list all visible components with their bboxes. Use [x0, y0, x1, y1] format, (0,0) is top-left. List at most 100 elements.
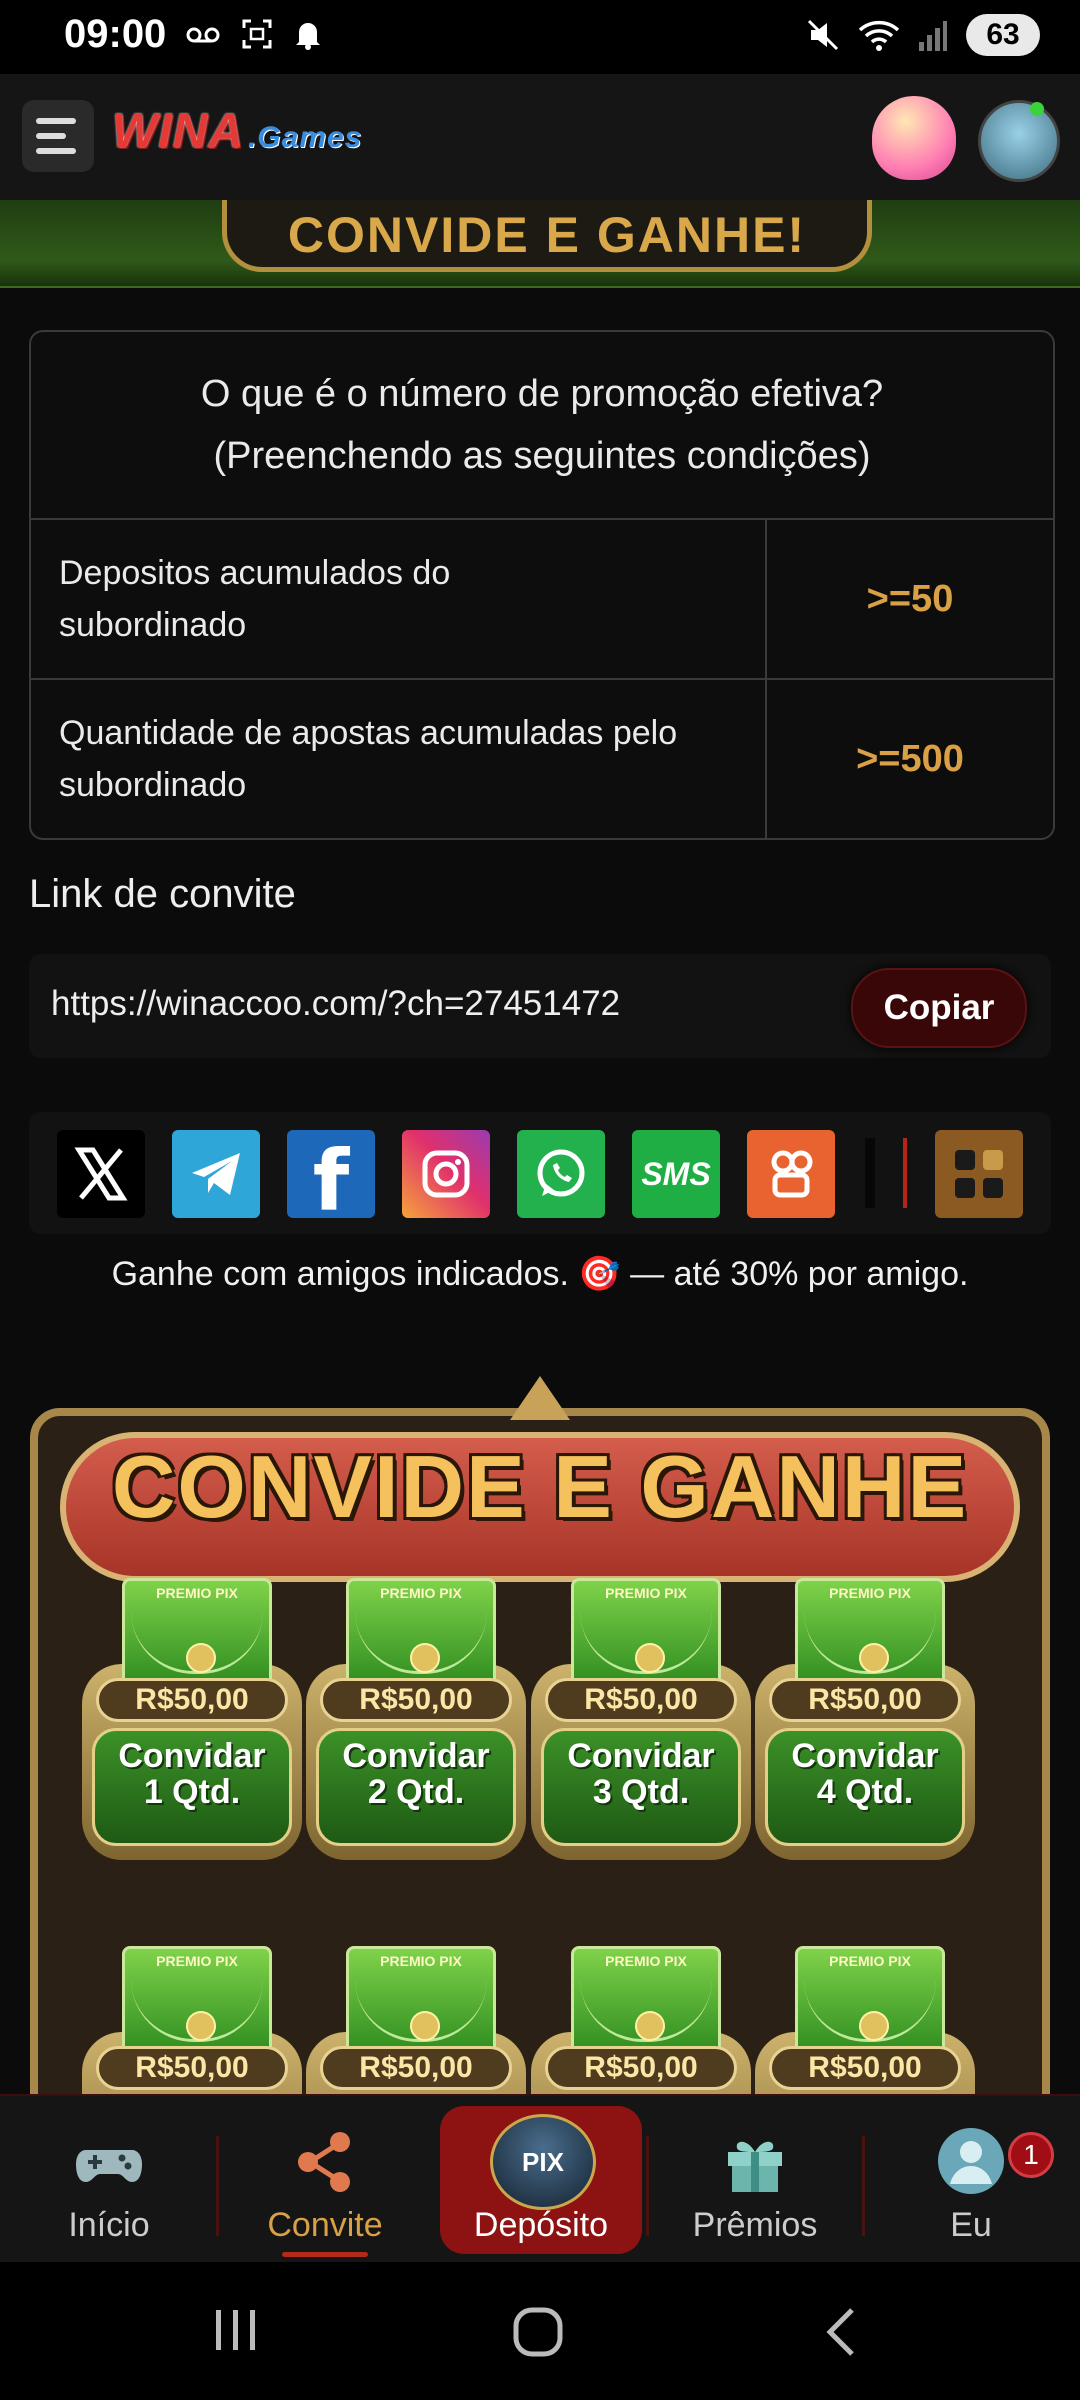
x-share-icon[interactable] — [57, 1130, 145, 1218]
invite-panel-title: CONVIDE E GANHE — [111, 1437, 969, 1536]
crown-ornament-icon — [510, 1376, 570, 1420]
copy-button[interactable]: Copiar — [851, 968, 1027, 1048]
share-buttons-row: f SMS — [29, 1112, 1051, 1234]
logo-sub-text: .Games — [247, 121, 363, 154]
envelope-icon: PREMIO PIX — [122, 1946, 272, 2056]
invite-action: Convidar — [567, 1737, 715, 1775]
user-icon — [938, 2128, 1004, 2194]
reward-amount: R$50,00 — [769, 2046, 961, 2090]
invite-action: Convidar — [342, 1737, 490, 1775]
more-apps-icon[interactable] — [935, 1130, 1023, 1218]
invite-count-label: Convidar 3 Qtd. — [541, 1738, 741, 1810]
invite-reward-card[interactable]: PREMIO PIX R$50,00 Convidar 1 Qtd. — [82, 1578, 302, 1864]
envelope-icon: PREMIO PIX — [795, 1946, 945, 2056]
invite-link-title: Link de convite — [29, 872, 296, 916]
nav-divider — [646, 2136, 649, 2236]
envelope-icon: PREMIO PIX — [122, 1578, 272, 1688]
envelope-label: PREMIO PIX — [380, 1953, 462, 1969]
nav-item-deposito[interactable]: PIX Depósito — [440, 2106, 642, 2254]
banner-pill: CONVIDE E GANHE! — [222, 200, 872, 272]
instagram-share-icon[interactable] — [402, 1130, 490, 1218]
invite-count-label: Convidar 2 Qtd. — [316, 1738, 516, 1810]
envelope-label: PREMIO PIX — [380, 1585, 462, 1601]
invite-reward-card[interactable]: PREMIO PIX R$50,00 Convidar 3 Qtd. — [531, 1578, 751, 1864]
status-time: 09:00 — [64, 12, 167, 56]
back-icon[interactable] — [820, 2306, 860, 2358]
telegram-share-icon[interactable] — [172, 1130, 260, 1218]
invite-link-box: https://winaccoo.com/?ch=27451472 Copiar — [29, 954, 1051, 1058]
referral-note: Ganhe com amigos indicados. 🎯 — até 30% … — [111, 1255, 969, 1293]
envelope-seal — [859, 1643, 889, 1673]
profile-avatar[interactable] — [978, 100, 1060, 182]
menu-button[interactable] — [22, 100, 94, 172]
share-divider — [903, 1138, 907, 1208]
nav-item-eu[interactable]: Eu — [866, 2096, 1076, 2264]
condition-value: >=500 — [856, 737, 964, 780]
envelope-label: PREMIO PIX — [156, 1953, 238, 1969]
signal-icon — [919, 21, 947, 51]
system-navigation-bar — [0, 2262, 1080, 2400]
envelope-seal — [859, 2011, 889, 2041]
envelope-label: PREMIO PIX — [605, 1585, 687, 1601]
condition-label: Depositos acumulados do subordinado — [31, 520, 767, 678]
envelope-icon: PREMIO PIX — [346, 1578, 496, 1688]
invite-count-label: Convidar 4 Qtd. — [765, 1738, 965, 1810]
nav-label: Eu — [950, 2206, 992, 2244]
mute-icon — [807, 19, 839, 51]
invite-count-label: Convidar 1 Qtd. — [92, 1738, 292, 1810]
status-bar: 09:00 63 — [0, 0, 1080, 74]
whatsapp-share-icon[interactable] — [517, 1130, 605, 1218]
reward-bag-icon[interactable] — [872, 96, 956, 180]
table-heading-line1: O que é o número de promoção efetiva? — [200, 373, 884, 415]
status-left-icons — [185, 18, 323, 50]
invite-quantity: 2 Qtd. — [367, 1773, 465, 1811]
nav-label: Início — [68, 2206, 150, 2244]
invite-reward-card[interactable]: PREMIO PIX R$50,00 Convidar 4 Qtd. — [755, 1578, 975, 1864]
facebook-share-icon[interactable]: f — [287, 1130, 375, 1230]
table-row: Quantidade de apostas acumuladas pelo su… — [31, 680, 1053, 838]
reward-amount: R$50,00 — [320, 2046, 512, 2090]
kwai-share-icon[interactable] — [747, 1130, 835, 1218]
pix-text: PIX — [522, 2146, 564, 2177]
nav-item-convite[interactable]: Convite — [220, 2096, 430, 2264]
invite-reward-card[interactable]: PREMIO PIX R$50,00 Convidar 2 Qtd. — [306, 1578, 526, 1864]
nav-divider — [216, 2136, 219, 2236]
gamepad-icon — [76, 2150, 142, 2182]
envelope-icon: PREMIO PIX — [571, 1946, 721, 2056]
notification-badge: 1 — [1008, 2132, 1054, 2178]
gift-icon — [728, 2141, 782, 2192]
nav-label: Convite — [267, 2206, 383, 2244]
bell-icon — [296, 23, 320, 50]
envelope-label: PREMIO PIX — [829, 1585, 911, 1601]
sms-share-icon[interactable]: SMS — [632, 1130, 720, 1218]
nav-item-premios[interactable]: Prêmios — [650, 2096, 860, 2264]
voicemail-icon — [186, 27, 220, 43]
bottom-navigation: Início Convite PIX Depósito Prêmios Eu — [0, 2094, 1080, 2264]
reward-amount: R$50,00 — [545, 1678, 737, 1722]
reward-amount: R$50,00 — [769, 1678, 961, 1722]
reward-amount: R$50,00 — [96, 2046, 288, 2090]
envelope-icon: PREMIO PIX — [571, 1578, 721, 1688]
invite-action: Convidar — [791, 1737, 939, 1775]
invite-quantity: 4 Qtd. — [816, 1773, 914, 1811]
reward-amount: R$50,00 — [96, 1678, 288, 1722]
invite-link-url[interactable]: https://winaccoo.com/?ch=27451472 — [51, 984, 620, 1024]
app-header: WINA .Games — [0, 74, 1080, 200]
envelope-seal — [635, 1643, 665, 1673]
promotion-conditions-table: O que é o número de promoção efetiva? (P… — [29, 330, 1055, 840]
condition-value: >=50 — [866, 577, 954, 620]
nav-label: Prêmios — [692, 2206, 818, 2244]
nav-active-indicator — [282, 2252, 368, 2257]
envelope-seal — [410, 2011, 440, 2041]
table-heading: O que é o número de promoção efetiva? (P… — [31, 332, 1053, 520]
table-row: Depositos acumulados do subordinado >=50 — [31, 520, 1053, 680]
nav-item-inicio[interactable]: Início — [4, 2096, 214, 2264]
invite-quantity: 1 Qtd. — [143, 1773, 241, 1811]
home-icon[interactable] — [512, 2306, 564, 2358]
share-divider-dark — [865, 1138, 875, 1208]
app-logo[interactable]: WINA .Games — [112, 104, 362, 159]
recent-apps-icon[interactable] — [212, 2306, 260, 2354]
logo-main-text: WINA — [112, 105, 244, 158]
envelope-icon: PREMIO PIX — [795, 1578, 945, 1688]
online-status-dot — [1030, 102, 1044, 116]
